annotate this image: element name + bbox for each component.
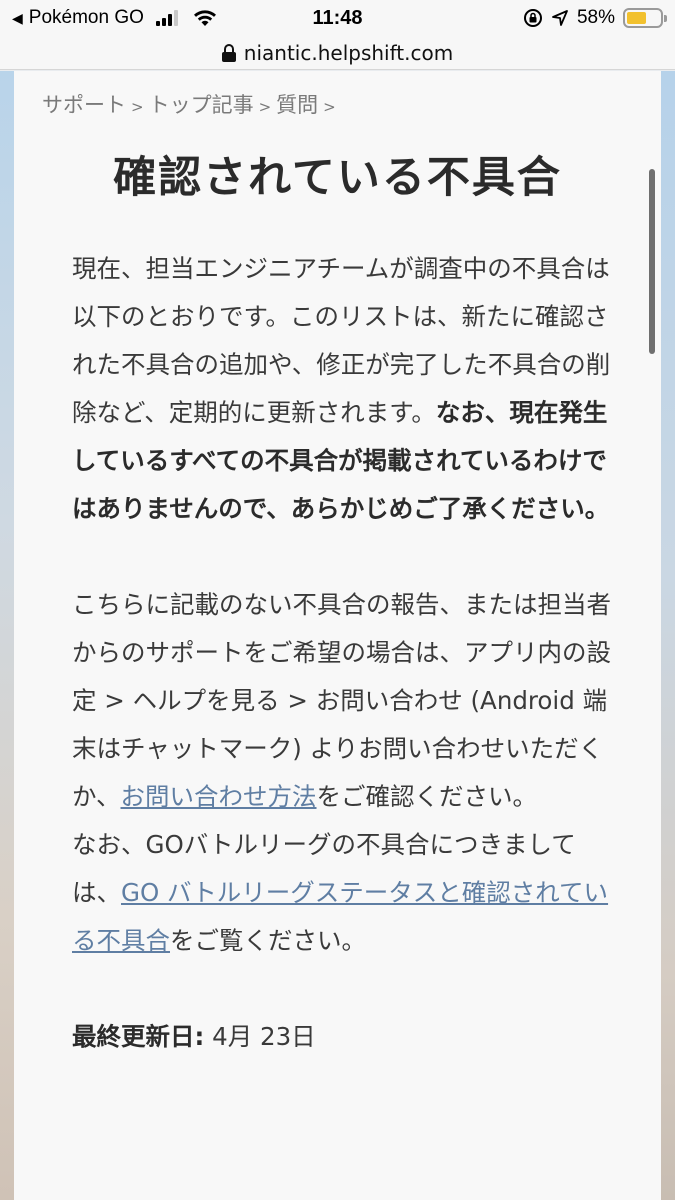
breadcrumb-separator: >: [131, 98, 144, 116]
battery-fill: [627, 12, 646, 24]
last-updated-value: 4月 23日: [212, 1022, 316, 1051]
battery-percent: 58%: [576, 7, 615, 28]
status-bar: ◀ Pokémon GO 11:48 58%: [0, 0, 675, 36]
breadcrumb-separator: >: [323, 98, 336, 116]
paragraph-contact: こちらに記載のない不具合の報告、または担当者からのサポートをご希望の場合は、アプ…: [72, 581, 612, 821]
last-updated-label: 最終更新日:: [72, 1022, 205, 1051]
background-blur-right: [661, 71, 675, 1200]
url-domain[interactable]: niantic.helpshift.com: [244, 41, 453, 65]
paragraph-battle-league: なお、GOバトルリーグの不具合につきましては、GO バトルリーグステータスと確認…: [72, 821, 612, 965]
breadcrumb-item-top-articles[interactable]: トップ記事: [149, 89, 254, 119]
page-title: 確認されている不具合: [113, 153, 562, 203]
breadcrumb-separator: >: [258, 98, 272, 116]
contact-text-end: をご確認ください。: [316, 782, 538, 811]
paragraph-intro: 現在、担当エンジニアチームが調査中の不具合は以下のとおりです。このリストは、新た…: [72, 245, 612, 533]
background-blur-left: [0, 71, 14, 1200]
contact-method-link[interactable]: お問い合わせ方法: [121, 782, 317, 811]
breadcrumb: サポート > トップ記事 > 質問 >: [42, 89, 341, 119]
article-body: 現在、担当エンジニアチームが調査中の不具合は以下のとおりです。このリストは、新た…: [72, 245, 612, 1061]
breadcrumb-item-support[interactable]: サポート: [42, 89, 126, 119]
orientation-lock-icon: [523, 9, 542, 27]
location-arrow-icon: [552, 10, 568, 26]
contact-text: こちらに記載のない不具合の報告、または担当者からのサポートをご希望の場合は、アプ…: [72, 590, 611, 811]
lock-icon: [221, 43, 236, 62]
battle-league-text-end: をご覧ください。: [170, 926, 366, 955]
article-card: サポート > トップ記事 > 質問 > 確認されている不具合 現在、担当エンジニ…: [14, 71, 661, 1200]
breadcrumb-item-questions[interactable]: 質問: [276, 89, 318, 119]
battery-icon: [623, 8, 667, 28]
url-bar[interactable]: niantic.helpshift.com: [0, 36, 675, 70]
last-updated: 最終更新日: 4月 23日: [72, 1013, 612, 1061]
